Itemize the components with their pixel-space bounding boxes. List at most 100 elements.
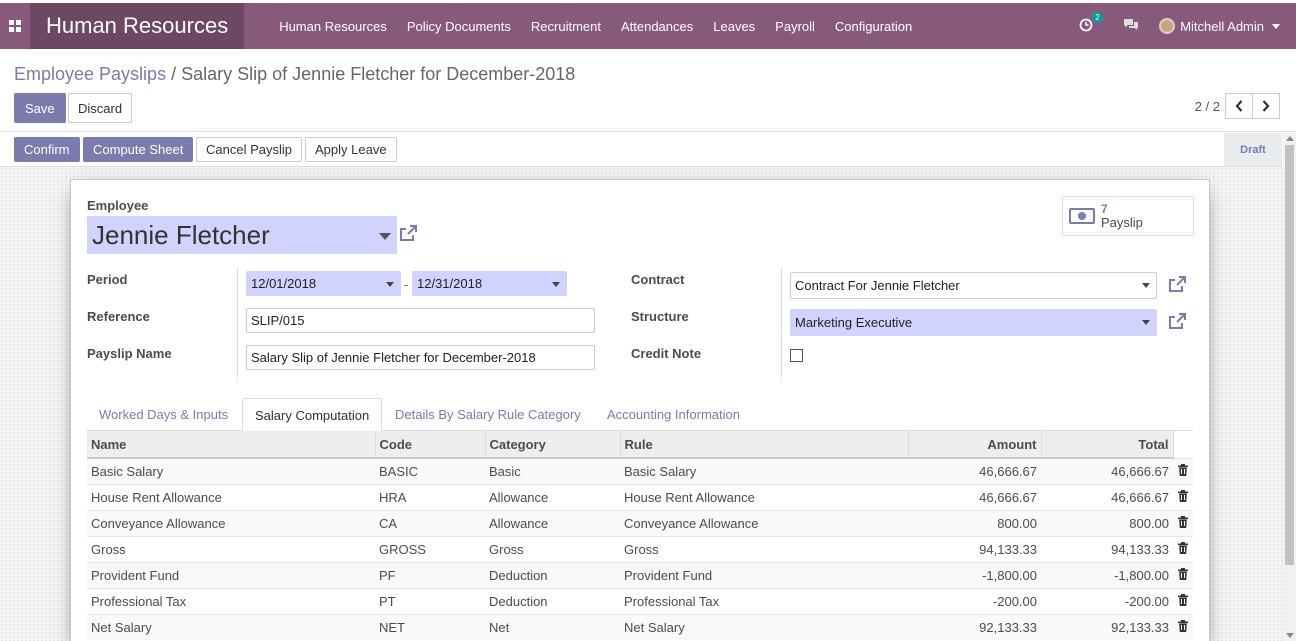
cell-name: Basic Salary: [87, 457, 375, 484]
cell-code: HRA: [375, 483, 485, 510]
cell-name: Professional Tax: [87, 587, 375, 614]
structure-field[interactable]: Marketing Executive: [790, 309, 1157, 336]
chevron-down-icon: [1142, 283, 1150, 288]
cell-amount: -200.00: [908, 587, 1041, 614]
user-menu[interactable]: Mitchell Admin: [1159, 18, 1280, 34]
column-header-rule[interactable]: Rule: [620, 431, 909, 459]
cell-name: Conveyance Allowance: [87, 509, 375, 536]
breadcrumb-current: Salary Slip of Jennie Fletcher for Decem…: [181, 64, 576, 84]
menu-item-attendances[interactable]: Attendances: [621, 19, 693, 34]
menu-item-human-resources[interactable]: Human Resources: [279, 19, 387, 34]
menu-item-leaves[interactable]: Leaves: [713, 19, 755, 34]
date-separator: -: [404, 277, 409, 292]
cell-name: Provident Fund: [87, 561, 375, 588]
column-header-total[interactable]: Total: [1041, 431, 1174, 459]
cell-total: -1,800.00: [1041, 561, 1173, 588]
compute-sheet-button[interactable]: Compute Sheet: [83, 137, 194, 162]
salary-computation-table: Name Code Category Rule Amount Total Bas…: [87, 431, 1193, 640]
menu-item-recruitment[interactable]: Recruitment: [531, 19, 601, 34]
chevron-down-icon: [1142, 320, 1150, 325]
date-from-field[interactable]: 12/01/2018: [246, 271, 401, 296]
chevron-down-icon: [552, 282, 560, 287]
delete-row-button[interactable]: [1173, 483, 1193, 510]
delete-row-button[interactable]: [1173, 587, 1193, 614]
cell-total: 92,133.33: [1041, 613, 1173, 640]
contract-field[interactable]: Contract For Jennie Fletcher: [790, 272, 1157, 299]
cell-code: NET: [375, 613, 485, 640]
delete-row-button[interactable]: [1173, 535, 1193, 562]
column-header-code[interactable]: Code: [375, 431, 486, 459]
delete-row-button[interactable]: [1173, 509, 1193, 536]
external-link-icon[interactable]: [1168, 312, 1188, 330]
cell-rule: Provident Fund: [620, 561, 908, 588]
column-header-amount[interactable]: Amount: [908, 431, 1042, 459]
table-row[interactable]: Gross GROSS Gross Gross 94,133.33 94,133.33: [87, 535, 1193, 562]
record-pager: 2 / 2: [1195, 93, 1280, 119]
cell-code: PT: [375, 587, 485, 614]
trash-icon: [1178, 593, 1188, 606]
main-menu: Human Resources Policy Documents Recruit…: [279, 19, 932, 34]
payslip-count-stat-button[interactable]: 7 Payslip: [1062, 196, 1194, 236]
reference-label: Reference: [87, 309, 150, 324]
save-button[interactable]: Save: [14, 93, 66, 123]
payslip-name-field[interactable]: Salary Slip of Jennie Fletcher for Decem…: [246, 345, 595, 370]
reference-field[interactable]: SLIP/015: [246, 308, 595, 333]
cell-rule: Gross: [620, 535, 908, 562]
delete-row-button[interactable]: [1173, 613, 1193, 640]
tab-details-by-salary-rule-category[interactable]: Details By Salary Rule Category: [383, 398, 593, 431]
chevron-down-icon: [386, 282, 394, 287]
trash-icon: [1178, 489, 1188, 502]
breadcrumb-parent-link[interactable]: Employee Payslips: [14, 64, 166, 84]
pager-next-button[interactable]: [1252, 93, 1280, 119]
tab-salary-computation[interactable]: Salary Computation: [242, 398, 383, 432]
table-row[interactable]: Professional Tax PT Deduction Professional …: [87, 587, 1193, 614]
apply-leave-button[interactable]: Apply Leave: [305, 137, 397, 162]
money-icon: [1069, 208, 1095, 224]
delete-row-button[interactable]: [1173, 457, 1193, 484]
apps-menu-button[interactable]: [0, 3, 30, 49]
table-row[interactable]: Net Salary NET Net Net Salary 92,133.33 92,13…: [87, 613, 1193, 640]
column-header-category[interactable]: Category: [485, 431, 621, 459]
delete-row-button[interactable]: [1173, 561, 1193, 588]
menu-item-configuration[interactable]: Configuration: [835, 19, 912, 34]
column-header-name[interactable]: Name: [87, 431, 376, 459]
cancel-payslip-button[interactable]: Cancel Payslip: [196, 137, 302, 162]
table-row[interactable]: Conveyance Allowance CA Allowance Conveyanc…: [87, 509, 1193, 536]
external-link-icon[interactable]: [1168, 275, 1188, 293]
table-row[interactable]: Basic Salary BASIC Basic Basic Salary 46,666…: [87, 457, 1193, 484]
external-link-icon[interactable]: [399, 224, 419, 242]
chat-button[interactable]: [1123, 18, 1139, 34]
employee-value: Jennie Fletcher: [92, 219, 270, 250]
credit-note-checkbox[interactable]: [790, 349, 803, 362]
pager-previous-button[interactable]: [1225, 93, 1253, 119]
pager-value[interactable]: 2 / 2: [1195, 99, 1220, 114]
menu-item-payroll[interactable]: Payroll: [775, 19, 815, 34]
tab-accounting-information[interactable]: Accounting Information: [595, 398, 752, 431]
app-brand[interactable]: Human Resources: [30, 3, 245, 49]
table-row[interactable]: Provident Fund PF Deduction Provident Fund -…: [87, 561, 1193, 588]
table-row[interactable]: House Rent Allowance HRA Allowance House Re…: [87, 483, 1193, 510]
cell-amount: 46,666.67: [908, 483, 1041, 510]
date-to-field[interactable]: 12/31/2018: [412, 271, 567, 296]
menu-item-policy-documents[interactable]: Policy Documents: [407, 19, 511, 34]
cell-code: PF: [375, 561, 485, 588]
column-header-delete: [1173, 431, 1193, 458]
scroll-thumb[interactable]: [1285, 145, 1294, 565]
employee-dropdown-caret[interactable]: [379, 233, 391, 240]
reference-value: SLIP/015: [251, 313, 305, 328]
scroll-down-arrow[interactable]: [1286, 633, 1294, 638]
payslip-name-label: Payslip Name: [87, 346, 172, 361]
label-divider: [237, 268, 238, 378]
employee-field[interactable]: Jennie Fletcher: [87, 216, 397, 254]
activity-button[interactable]: 2: [1079, 11, 1109, 35]
payslip-count-label: Payslip: [1101, 215, 1143, 230]
status-badge: Draft: [1224, 133, 1282, 166]
discard-button[interactable]: Discard: [68, 93, 133, 123]
cell-code: GROSS: [375, 535, 485, 562]
tab-worked-days-inputs[interactable]: Worked Days & Inputs: [87, 398, 240, 431]
page-scrollbar[interactable]: [1283, 133, 1296, 641]
confirm-button[interactable]: Confirm: [14, 137, 80, 162]
scroll-up-arrow[interactable]: [1286, 136, 1294, 141]
activity-count-badge: 2: [1092, 11, 1103, 23]
cell-category: Basic: [485, 457, 620, 484]
